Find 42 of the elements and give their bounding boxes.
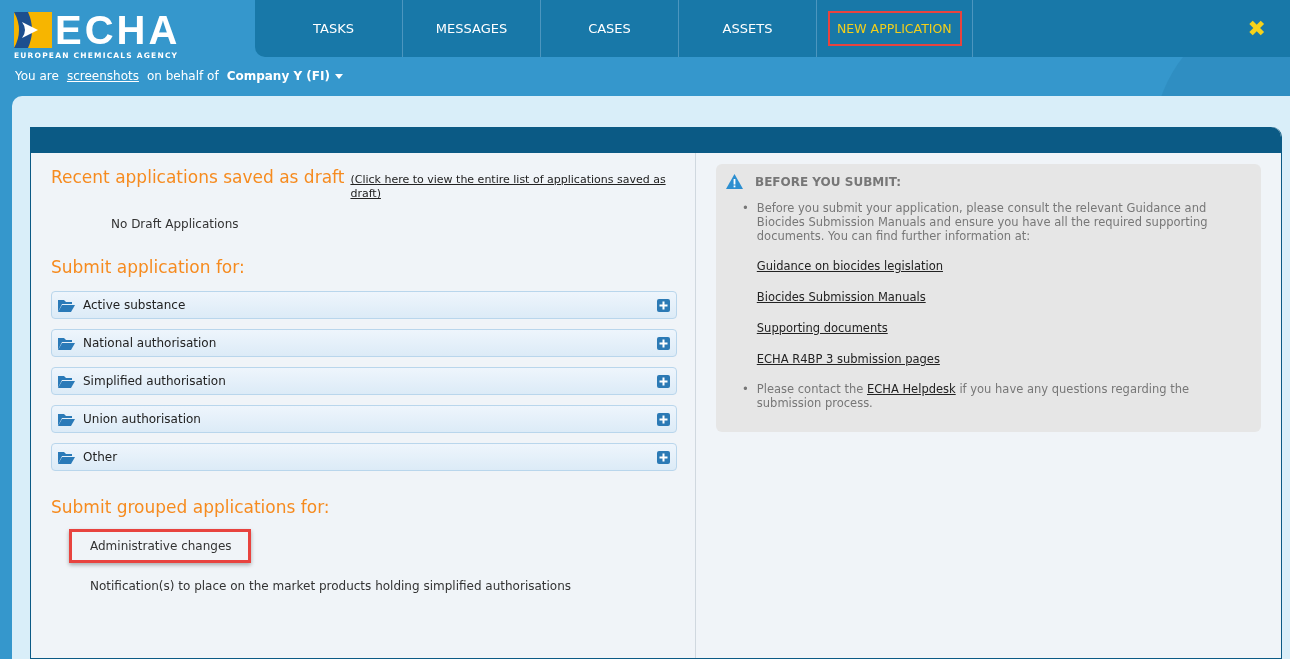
bullet: •: [742, 201, 749, 217]
folder-icon: [58, 336, 75, 350]
accordion-item[interactable]: National authorisation: [51, 329, 677, 357]
drafts-link[interactable]: (Click here to view the entire list of applications saved as draft): [350, 173, 677, 201]
behalf-label: on behalf of: [146, 69, 219, 83]
logo-icon: [14, 12, 52, 48]
plus-icon[interactable]: [657, 298, 670, 312]
section-heading: Submit grouped applications for:: [51, 497, 331, 517]
plus-icon[interactable]: [657, 450, 670, 464]
accordion-item[interactable]: Other: [51, 443, 677, 471]
grouped-application-link[interactable]: Notification(s) to place on the market products holding simplified authorisations: [69, 569, 591, 603]
caret-icon: [334, 73, 343, 79]
folder-icon: [58, 450, 75, 464]
accordion-item[interactable]: Active substance: [51, 291, 677, 319]
resource-link[interactable]: ECHA R4BP 3 submission pages: [756, 352, 940, 366]
resource-link[interactable]: Supporting documents: [756, 321, 888, 335]
notice-title: BEFORE YOU SUBMIT:: [755, 174, 901, 189]
nav-tab[interactable]: ASSETS: [679, 0, 817, 57]
folder-icon: [58, 412, 75, 426]
logo-text: ECHA: [55, 13, 181, 47]
contact-text: Please contact the ECHA Helpdesk if you have any questions regarding the submission process.: [756, 382, 1191, 410]
user-label: You are: [15, 69, 59, 83]
notice-text: Before you submit your application, please consult the relevant Guidance and Biocides Submission Manuals and ensure you have all the required supporting documents. You can find further information at:: [756, 201, 1208, 243]
empty-message: No Draft Applications: [111, 217, 240, 231]
accordion-item[interactable]: Simplified authorisation: [51, 367, 677, 395]
section-heading: Submit application for:: [51, 257, 246, 277]
nav-tab[interactable]: CASES: [541, 0, 679, 57]
section-heading: Recent applications saved as draft: [51, 167, 345, 187]
resource-link[interactable]: Biocides Submission Manuals: [756, 290, 926, 304]
accordion-item[interactable]: Union authorisation: [51, 405, 677, 433]
nav-tab[interactable]: TASKS: [265, 0, 403, 57]
warning-icon: [726, 174, 743, 189]
plus-icon[interactable]: [657, 336, 670, 350]
helpdesk-link[interactable]: ECHA Helpdesk: [867, 382, 956, 396]
plus-icon[interactable]: [657, 374, 670, 388]
nav-tab[interactable]: MESSAGES: [403, 0, 541, 57]
folder-icon: [58, 298, 75, 312]
folder-icon: [58, 374, 75, 388]
grouped-application-link[interactable]: Administrative changes: [69, 529, 251, 563]
bullet: •: [742, 382, 749, 398]
plus-icon[interactable]: [657, 412, 670, 426]
resource-link[interactable]: Guidance on biocides legislation: [756, 259, 943, 273]
